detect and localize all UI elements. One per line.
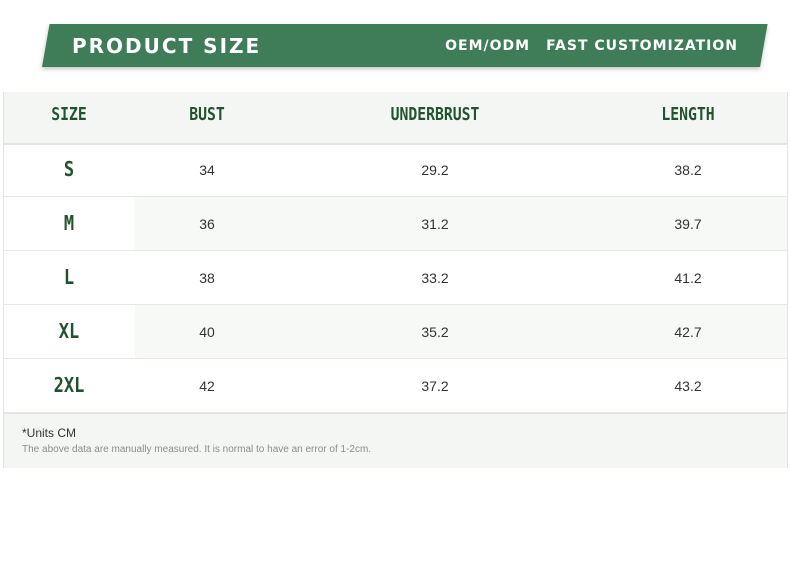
bust-cell: 36 bbox=[199, 216, 215, 232]
length-cell: 39.7 bbox=[674, 216, 702, 232]
length-cell: 41.2 bbox=[674, 270, 702, 286]
underbust-cell: 31.2 bbox=[421, 216, 449, 232]
underbust-cell: 29.2 bbox=[421, 162, 449, 178]
banner-tags: OEM/ODM FAST CUSTOMIZATION bbox=[445, 38, 738, 54]
header-underbust: UNDERBRUST bbox=[390, 104, 480, 125]
bust-cell: 34 bbox=[199, 162, 215, 178]
size-table: SIZE BUST UNDERBRUST LENGTH S 34 29.2 38… bbox=[3, 92, 788, 468]
table-row: XL 40 35.2 42.7 bbox=[4, 305, 787, 359]
table-row: M 36 31.2 39.7 bbox=[4, 197, 787, 251]
length-cell: 43.2 bbox=[674, 378, 702, 394]
bust-cell: 38 bbox=[199, 270, 215, 286]
bust-cell: 42 bbox=[199, 378, 215, 394]
units-label: *Units CM bbox=[22, 426, 77, 440]
size-cell: XL bbox=[58, 319, 80, 343]
underbust-cell: 35.2 bbox=[421, 324, 449, 340]
fast-customization-tag: FAST CUSTOMIZATION bbox=[546, 37, 738, 54]
title-banner: PRODUCT SIZE OEM/ODM FAST CUSTOMIZATION bbox=[42, 24, 760, 67]
page-title: PRODUCT SIZE bbox=[72, 33, 262, 58]
header-size: SIZE bbox=[51, 104, 87, 125]
table-row: S 34 29.2 38.2 bbox=[4, 143, 787, 197]
table-header-row: SIZE BUST UNDERBRUST LENGTH bbox=[4, 92, 787, 145]
size-cell: M bbox=[63, 211, 75, 235]
measurement-note: The above data are manually measured. It… bbox=[22, 444, 372, 455]
table-footer: *Units CM The above data are manually me… bbox=[4, 413, 787, 468]
underbust-cell: 37.2 bbox=[421, 378, 449, 394]
oem-odm-tag: OEM/ODM bbox=[445, 37, 531, 54]
length-cell: 42.7 bbox=[674, 324, 702, 340]
size-cell: 2XL bbox=[53, 373, 85, 397]
underbust-cell: 33.2 bbox=[421, 270, 449, 286]
size-cell: S bbox=[63, 157, 75, 181]
header-bust: BUST bbox=[189, 104, 225, 125]
table-row: 2XL 42 37.2 43.2 bbox=[4, 359, 787, 413]
bust-cell: 40 bbox=[199, 324, 215, 340]
table-row: L 38 33.2 41.2 bbox=[4, 251, 787, 305]
header-length: LENGTH bbox=[661, 104, 715, 125]
size-cell: L bbox=[63, 265, 75, 289]
length-cell: 38.2 bbox=[674, 162, 702, 178]
